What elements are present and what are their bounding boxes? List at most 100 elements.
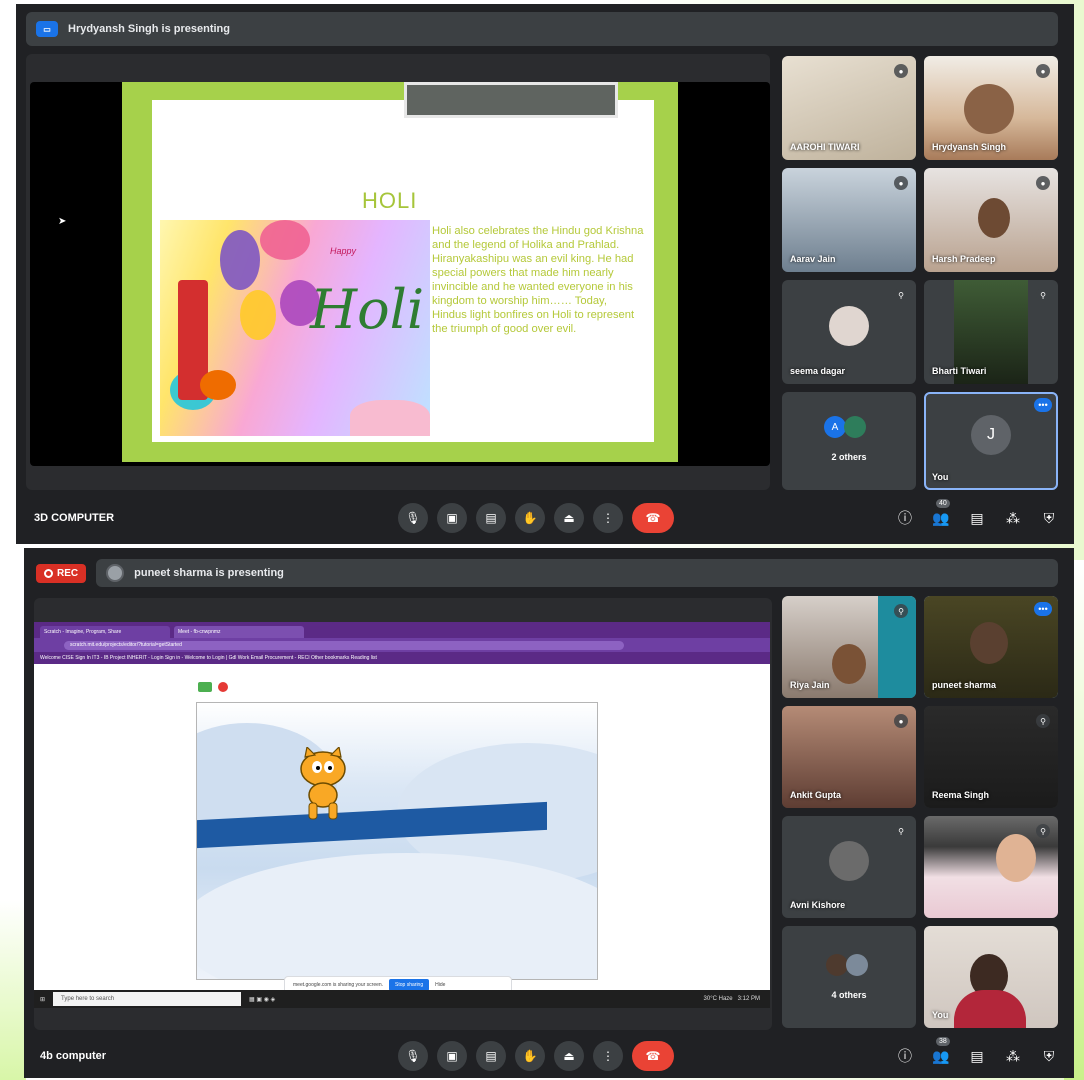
participant-name: Riya Jain [790, 680, 830, 690]
participant-tile[interactable]: ⚲ Avni Kishore [782, 816, 916, 918]
shared-browser-window: Scratch - Imagine, Program, Share Meet -… [34, 622, 770, 1008]
mic-muted-icon: ⚲ [894, 604, 908, 618]
more-options-icon[interactable]: ••• [1034, 602, 1052, 616]
avatar: A [824, 416, 846, 438]
more-options-icon[interactable]: ⋮ [593, 1041, 623, 1071]
participant-tile[interactable]: ⚲ seema dagar [782, 280, 916, 384]
camera-icon[interactable]: ▣ [437, 1041, 467, 1071]
participant-tile[interactable]: ● AAROHI TIWARI [782, 56, 916, 160]
self-tile[interactable]: J ••• You [924, 392, 1058, 490]
info-icon[interactable]: ⓘ [896, 1047, 914, 1065]
participant-face [978, 198, 1010, 238]
chat-icon[interactable]: ▤ [968, 1047, 986, 1065]
participant-tile[interactable]: ⚲ Reema Singh [924, 706, 1058, 808]
chat-icon[interactable]: ▤ [968, 509, 986, 527]
avatar [829, 305, 869, 346]
others-tile[interactable]: A 2 others [782, 392, 916, 490]
green-flag-icon[interactable] [198, 682, 212, 692]
participant-name: Aarav Jain [790, 254, 836, 264]
mic-icon[interactable]: 🎙 [398, 1041, 428, 1071]
self-tile[interactable]: You [924, 926, 1058, 1028]
recording-indicator[interactable]: REC [36, 563, 87, 583]
more-options-icon[interactable]: ⋮ [593, 503, 623, 533]
record-icon [44, 568, 53, 578]
color-splash [260, 220, 310, 260]
participant-face [970, 622, 1008, 664]
captions-icon[interactable]: ▤ [476, 1041, 506, 1071]
camera-icon[interactable]: ▣ [437, 503, 467, 533]
color-splash [220, 230, 260, 290]
host-controls-icon[interactable]: ⛨ [1040, 509, 1058, 527]
avatar [106, 564, 125, 582]
present-screen-icon: ▭ [36, 21, 58, 37]
mic-muted-icon: ● [894, 714, 908, 728]
host-controls-icon[interactable]: ⛨ [1040, 1047, 1058, 1065]
captions-icon[interactable]: ▤ [476, 503, 506, 533]
participant-face [996, 834, 1036, 882]
color-bowl [200, 370, 236, 400]
participant-tile[interactable]: ● Aarav Jain [782, 168, 916, 272]
browser-tabs: Scratch - Imagine, Program, Share Meet -… [34, 622, 770, 638]
participant-tile[interactable]: ⚲ Bharti Tiwari [924, 280, 1058, 384]
participant-face [832, 644, 866, 684]
windows-taskbar: ⊞ Type here to search ▦ ▣ ◉ ◈ 30°C Haze … [34, 990, 770, 1008]
mic-muted-icon: ⚲ [894, 288, 908, 302]
end-call-icon[interactable]: ☎ [632, 503, 674, 533]
more-options-icon[interactable]: ••• [1034, 398, 1052, 412]
people-count-badge: 38 [936, 1037, 950, 1046]
activities-icon[interactable]: ⁂ [1004, 1047, 1022, 1065]
taskbar-apps[interactable]: ▦ ▣ ◉ ◈ [249, 996, 275, 1003]
mic-icon[interactable]: 🎙 [398, 503, 428, 533]
people-count-badge: 40 [936, 499, 950, 508]
url-field[interactable]: scratch.mit.edu/projects/editor/?tutoria… [64, 640, 624, 650]
mic-muted-icon: ⚲ [1036, 714, 1050, 728]
holi-word: Holi [310, 278, 425, 341]
taskbar-tray: 30°C Haze 3:12 PM [704, 996, 760, 1002]
slide-title: HOLI [362, 188, 418, 213]
control-bar: 4b computer 🎙 ▣ ▤ ✋ ⏏ ⋮ ☎ ⓘ 👥 38 ▤ ⁂ ⛨ [24, 1028, 1074, 1078]
mic-muted-icon: ⚲ [894, 824, 908, 838]
meet-window-bottom: REC puneet sharma is presenting Scratch … [24, 548, 1074, 1078]
participant-tile[interactable]: ● Ankit Gupta [782, 706, 916, 808]
participant-face [964, 84, 1014, 134]
mic-muted-icon: ⚲ [1036, 288, 1050, 302]
presenting-banner: ▭ Hrydyansh Singh is presenting [26, 12, 1058, 46]
others-tile[interactable]: 4 others [782, 926, 916, 1028]
avatar [829, 840, 869, 881]
participant-tile[interactable]: ● Harsh Pradeep [924, 168, 1058, 272]
participant-name: Ankit Gupta [790, 790, 841, 800]
participant-name: seema dagar [790, 366, 846, 376]
bookmarks-bar[interactable]: Welcome CISE Sign In IT3 - IB Project IN… [34, 652, 770, 664]
avatar [846, 954, 868, 976]
participant-tile[interactable]: ••• puneet sharma [924, 596, 1058, 698]
participant-name: You [932, 1010, 949, 1020]
participant-tile[interactable]: ⚲ [924, 816, 1058, 918]
raise-hand-icon[interactable]: ✋ [515, 503, 545, 533]
activities-icon[interactable]: ⁂ [1004, 509, 1022, 527]
browser-tab[interactable]: Scratch - Imagine, Program, Share [40, 626, 170, 638]
participant-name: Reema Singh [932, 790, 990, 800]
windows-start-icon[interactable]: ⊞ [40, 996, 45, 1003]
taskbar-search[interactable]: Type here to search [53, 992, 242, 1006]
call-controls: 🎙 ▣ ▤ ✋ ⏏ ⋮ ☎ [398, 503, 674, 533]
side-controls: ⓘ 👥 40 ▤ ⁂ ⛨ [896, 499, 1058, 527]
browser-tab[interactable]: Meet - fb-cnwpnmz [174, 626, 304, 638]
rec-label: REC [57, 567, 79, 579]
stop-icon[interactable] [218, 682, 228, 692]
participant-name: Bharti Tiwari [932, 366, 987, 376]
raise-hand-icon[interactable]: ✋ [515, 1041, 545, 1071]
background-edge [0, 900, 26, 1080]
avatar [826, 954, 848, 976]
participant-tile[interactable]: ⚲ Riya Jain [782, 596, 916, 698]
scratch-cat-sprite [300, 747, 346, 820]
people-icon[interactable]: 👥 40 [932, 499, 950, 527]
present-now-icon[interactable]: ⏏ [554, 503, 584, 533]
hide-button[interactable]: Hide [435, 982, 445, 988]
people-icon[interactable]: 👥 38 [932, 1037, 950, 1065]
participant-tile[interactable]: ● Hrydyansh Singh [924, 56, 1058, 160]
info-icon[interactable]: ⓘ [896, 509, 914, 527]
meet-window-top: ▭ Hrydyansh Singh is presenting HOLI Hap… [16, 4, 1074, 544]
present-now-icon[interactable]: ⏏ [554, 1041, 584, 1071]
end-call-icon[interactable]: ☎ [632, 1041, 674, 1071]
weather-text: 30°C Haze [703, 996, 733, 1002]
